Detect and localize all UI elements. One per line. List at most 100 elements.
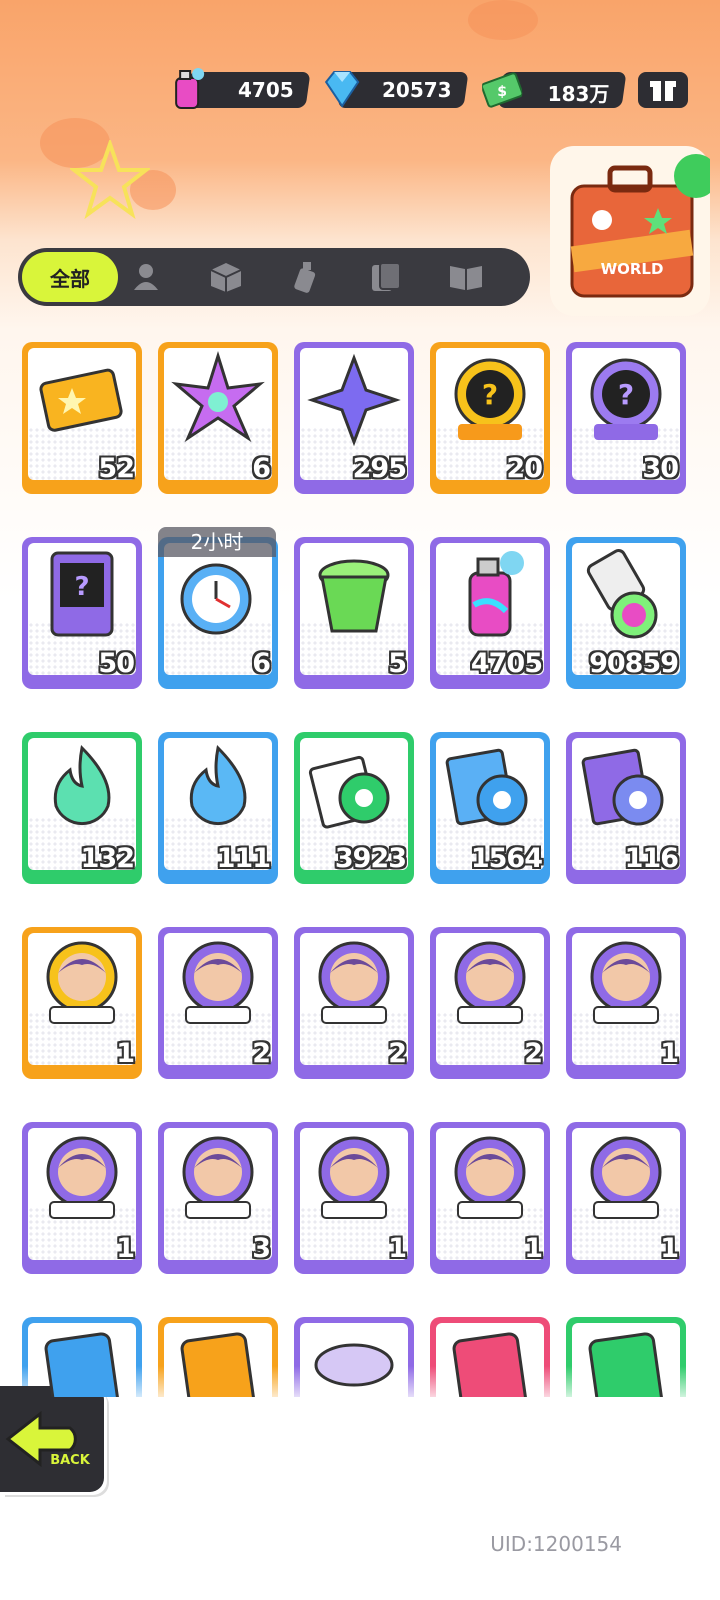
background-splat [468, 0, 538, 40]
inventory-card[interactable]: ? 50 [22, 537, 142, 689]
item-count: 2 [388, 1038, 407, 1069]
inventory-card[interactable]: 132 [22, 732, 142, 884]
tab-cards[interactable] [356, 248, 416, 306]
spray-icon [294, 262, 316, 293]
inventory-card[interactable]: 111 [158, 732, 278, 884]
deity-portrait-icon [318, 1136, 390, 1219]
inventory-card[interactable]: 1 [294, 1122, 414, 1274]
tab-items[interactable] [196, 248, 256, 306]
inventory-card[interactable]: 1 [430, 1122, 550, 1274]
item-count: 1 [660, 1233, 679, 1264]
cash-icon: $ [482, 72, 523, 108]
box-icon [210, 263, 242, 292]
item-count: 3923 [334, 843, 407, 874]
cards-icon [372, 262, 401, 291]
card-pack-icon [588, 1332, 664, 1397]
deity-portrait-icon [590, 1136, 662, 1219]
item-count: 1564 [470, 843, 543, 874]
card-pack-icon [44, 1332, 120, 1397]
inventory-card[interactable] [566, 1317, 686, 1397]
deity-portrait-icon [454, 1136, 526, 1219]
inventory-card[interactable]: 295 [294, 342, 414, 494]
deity-mystery-purple-icon: ? [590, 358, 662, 440]
item-count: 6 [252, 453, 271, 484]
inventory-card[interactable]: 3923 [294, 732, 414, 884]
green-flame-icon [53, 744, 111, 826]
inventory-card[interactable]: 4705 [430, 537, 550, 689]
item-count: 2 [252, 1038, 271, 1069]
inventory-card[interactable] [430, 1317, 550, 1397]
ticket-icon [39, 368, 123, 432]
shop-button[interactable] [638, 72, 688, 108]
currency-diamond[interactable]: 20573 [324, 71, 469, 108]
item-count: 2 [524, 1038, 543, 1069]
item-count: 30 [642, 453, 679, 484]
inventory-card[interactable]: 1 [566, 927, 686, 1079]
currency-value: 4705 [238, 78, 294, 102]
inventory-card[interactable]: 90859 [566, 537, 686, 689]
tab-characters[interactable] [116, 248, 176, 306]
item-count: 295 [352, 453, 407, 484]
inventory-card[interactable]: 1 [22, 927, 142, 1079]
inventory-card[interactable]: 5 [294, 537, 414, 689]
back-arrow-icon: BACK [5, 1410, 91, 1468]
suitcase-icon: WORLD [570, 154, 718, 298]
inventory-card[interactable]: ? 30 [566, 342, 686, 494]
world-suitcase-button[interactable]: WORLD [550, 146, 718, 316]
inventory-card[interactable]: 6 [158, 342, 278, 494]
item-count: 5 [388, 648, 407, 679]
item-count: 3 [252, 1233, 271, 1264]
inventory-card[interactable]: 3 [158, 1122, 278, 1274]
card-pack-icon [452, 1332, 528, 1397]
item-count: 1 [388, 1233, 407, 1264]
user-id: UID:1200154 [490, 1532, 622, 1556]
star-doodle-icon [70, 140, 150, 220]
spray-can-icon [175, 68, 205, 109]
svg-text:?: ? [618, 378, 634, 411]
deity-portrait-icon [46, 1136, 118, 1219]
currency-value: 20573 [382, 78, 452, 102]
tab-spray[interactable] [276, 248, 336, 306]
back-button[interactable]: BACK [0, 1386, 104, 1492]
inventory-card[interactable]: 2 [294, 927, 414, 1079]
item-count: 20 [506, 453, 543, 484]
svg-text:?: ? [74, 572, 89, 602]
suitcase-label: WORLD [601, 260, 664, 278]
inventory-card[interactable]: 1 [566, 1122, 686, 1274]
deity-portrait-icon [182, 1136, 254, 1219]
item-count: 50 [98, 648, 135, 679]
item-count: 6 [252, 648, 271, 679]
timer-badge: 2小时 [158, 527, 276, 557]
tab-all[interactable]: 全部 [22, 252, 118, 302]
inventory-card[interactable]: 2 [158, 927, 278, 1079]
deity-portrait-icon [590, 941, 662, 1024]
tab-book[interactable] [436, 248, 496, 306]
gift-box-icon [650, 81, 676, 101]
inventory-card[interactable]: ? 20 [430, 342, 550, 494]
spray-can-icon [468, 551, 524, 637]
blue-tape-icon [445, 748, 528, 826]
inventory-card[interactable]: 1 [22, 1122, 142, 1274]
green-tape-icon [308, 755, 390, 829]
deity-portrait-icon [318, 941, 390, 1024]
inventory-card[interactable] [22, 1317, 142, 1397]
inventory-card[interactable]: 1564 [430, 732, 550, 884]
inventory-card[interactable]: 2小时 6 [158, 527, 278, 689]
item-count: 1 [524, 1233, 543, 1264]
currency-cash[interactable]: $ 183万 [482, 72, 627, 108]
inventory-card[interactable] [158, 1317, 278, 1397]
currency-spray[interactable]: 4705 [175, 68, 311, 109]
card-pack-icon [180, 1332, 256, 1397]
inventory-grid: 52 6 295? 20? 30? 50 2小时 6 5 4705 90859 132 111 3923 1… [22, 342, 702, 1397]
inventory-card[interactable]: 116 [566, 732, 686, 884]
alarm-clock-icon [180, 563, 252, 635]
item-count: 1 [116, 1038, 135, 1069]
rainbow-star-icon [171, 350, 265, 443]
inventory-card[interactable]: 52 [22, 342, 142, 494]
back-label: BACK [50, 1453, 91, 1468]
inventory-card[interactable] [294, 1317, 414, 1397]
item-count: 1 [660, 1038, 679, 1069]
deity-mystery-gold-icon: ? [454, 358, 526, 440]
inventory-card[interactable]: 2 [430, 927, 550, 1079]
item-count: 1 [116, 1233, 135, 1264]
